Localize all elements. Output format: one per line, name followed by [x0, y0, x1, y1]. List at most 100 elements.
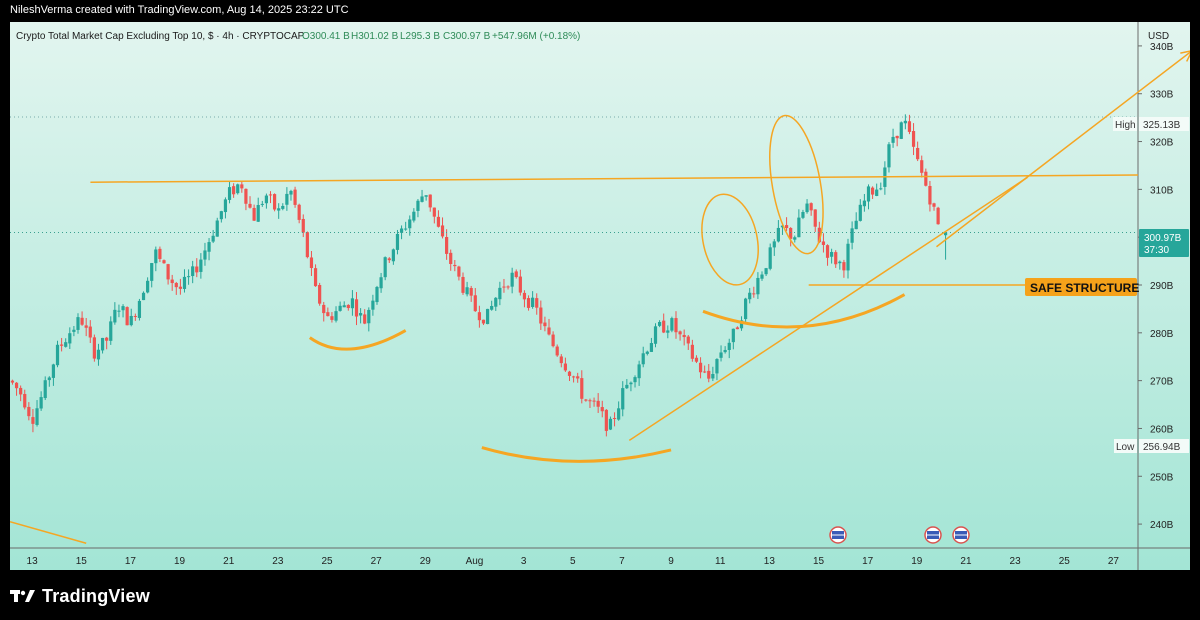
candle-body — [748, 292, 752, 300]
candle-body — [109, 321, 113, 341]
candle-body — [870, 187, 875, 195]
candle-body — [68, 333, 72, 344]
candle-body — [60, 344, 64, 346]
candle-body — [801, 211, 805, 218]
candle-body — [744, 298, 748, 320]
candle-body — [146, 280, 150, 293]
candle-body — [72, 329, 76, 332]
time-tick-label: 5 — [570, 556, 576, 567]
candle-body — [485, 308, 490, 325]
time-tick-label: 17 — [125, 556, 137, 567]
candle-body — [658, 321, 662, 326]
candle-body — [559, 356, 563, 364]
candle-body — [797, 217, 801, 238]
candle-body — [162, 260, 166, 264]
candle-body — [371, 300, 375, 310]
candle-body — [707, 370, 711, 379]
candle-body — [137, 300, 142, 318]
candle-body — [596, 400, 600, 407]
candle-body — [850, 228, 854, 243]
candle-body — [604, 409, 608, 431]
candle-body — [920, 160, 924, 173]
candle-body — [277, 208, 281, 211]
price-tick-label: 240B — [1150, 520, 1174, 531]
candle-body — [383, 257, 387, 278]
candle-body — [469, 287, 473, 296]
candle-body — [395, 233, 400, 250]
candle-body — [39, 397, 43, 409]
candle-body — [576, 376, 580, 379]
candle-body — [186, 276, 191, 278]
candle-body — [772, 241, 776, 248]
time-tick-label: 7 — [619, 556, 625, 567]
candle-body — [170, 279, 174, 284]
candle-body — [563, 363, 567, 371]
candle-body — [440, 225, 445, 237]
candle-body — [678, 331, 682, 335]
symbol-name: Crypto Total Market Cap Excluding Top 10… — [16, 31, 305, 42]
candle-body — [416, 200, 420, 211]
candle-body — [326, 312, 330, 317]
candle-body — [543, 322, 547, 327]
event-flag-aug21[interactable] — [952, 526, 970, 544]
candle-body — [834, 252, 838, 265]
candle-body — [223, 199, 228, 213]
candle-body — [342, 305, 346, 308]
time-tick-label: 27 — [371, 556, 383, 567]
candle-body — [526, 298, 531, 308]
candle-body — [281, 205, 285, 209]
candle-body — [887, 144, 891, 168]
candle-body — [256, 204, 260, 222]
time-tick-label: 25 — [321, 556, 333, 567]
candle-body — [379, 277, 383, 289]
candle-body — [756, 277, 760, 295]
candle-body — [924, 171, 928, 186]
candle-body — [240, 184, 244, 189]
event-flag-aug20[interactable] — [924, 526, 942, 544]
candle-body — [670, 318, 674, 331]
candle-body — [494, 297, 498, 307]
plot-background — [10, 22, 1190, 570]
candle-body — [932, 203, 936, 207]
ohlc-high: H301.02 B — [351, 31, 399, 42]
candle-body — [203, 250, 207, 260]
candle-body — [895, 135, 899, 139]
high-marker: High 325.13B — [1113, 117, 1189, 131]
time-tick-label: 23 — [1010, 556, 1022, 567]
candle-body — [92, 337, 96, 359]
candle-body — [911, 131, 916, 147]
candle-body — [674, 318, 678, 333]
candle-body — [531, 297, 535, 307]
candle-body — [346, 304, 350, 309]
time-tick-label: 25 — [1059, 556, 1071, 567]
candle-body — [313, 268, 318, 287]
event-flag-aug15[interactable] — [829, 526, 847, 544]
candle-body — [637, 364, 641, 379]
candle-body — [571, 376, 576, 378]
candle-body — [539, 307, 543, 324]
tradingview-wordmark: TradingView — [42, 585, 150, 606]
price-chart[interactable]: Crypto Total Market Cap Excluding Top 10… — [10, 22, 1190, 570]
candle-body — [359, 313, 363, 316]
candle-body — [907, 121, 912, 132]
candle-body — [662, 320, 666, 333]
tradingview-logo[interactable]: TradingView — [10, 584, 150, 608]
safe-structure-label: SAFE STRUCTURE — [1025, 278, 1139, 296]
time-tick-label: 27 — [1108, 556, 1120, 567]
svg-text:High: High — [1115, 120, 1136, 131]
candle-body — [215, 220, 219, 237]
candle-body — [588, 400, 592, 402]
candle-body — [600, 407, 604, 412]
candle-body — [84, 325, 88, 328]
candle-body — [19, 387, 23, 395]
candle-body — [375, 286, 379, 303]
candle-body — [449, 252, 453, 264]
candle-body — [842, 262, 846, 271]
price-tick-label: 330B — [1150, 90, 1174, 101]
candle-body — [891, 136, 895, 143]
price-tick-label: 260B — [1150, 424, 1174, 435]
candle-body — [133, 315, 137, 317]
candle-body — [252, 207, 256, 221]
candle-body — [445, 237, 449, 254]
candle-body — [731, 328, 735, 343]
